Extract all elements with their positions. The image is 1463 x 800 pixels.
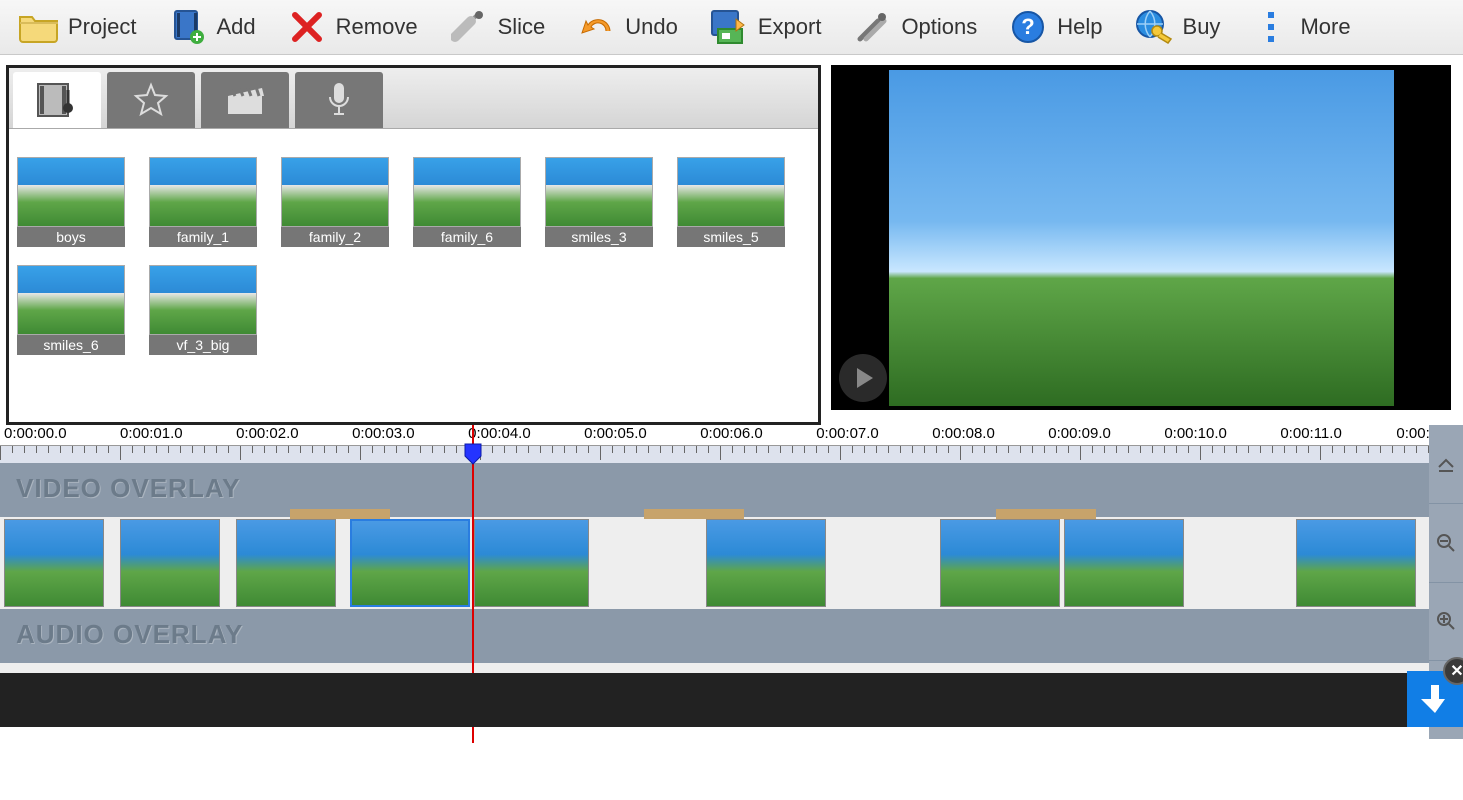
download-arrow-icon	[1421, 683, 1449, 715]
audio-overlay-label: AUDIO OVERLAY	[0, 609, 1463, 663]
zoom-in-icon	[1435, 610, 1457, 632]
zoom-out-icon	[1435, 532, 1457, 554]
timeline: 0:00:00.0 0:00:01.0 0:00:02.0 0:00:03.0 …	[0, 425, 1463, 673]
clip-thumbnail	[545, 157, 653, 227]
preview-frame	[889, 70, 1394, 406]
folder-icon	[18, 6, 60, 48]
zoom-out-button[interactable]	[1429, 504, 1463, 583]
zoom-in-button[interactable]	[1429, 583, 1463, 662]
clip-item[interactable]: smiles_5	[677, 157, 785, 247]
clip-thumbnail	[149, 157, 257, 227]
download-button[interactable]: ✕	[1407, 671, 1463, 727]
timeline-segment[interactable]	[706, 519, 826, 607]
slice-button[interactable]: Slice	[448, 6, 546, 48]
slice-icon	[448, 6, 490, 48]
more-dots-icon	[1250, 6, 1292, 48]
undo-icon	[575, 6, 617, 48]
filmstrip-note-icon	[34, 80, 80, 120]
timeline-segment[interactable]	[236, 519, 336, 607]
clip-label: smiles_3	[545, 227, 653, 247]
remove-button[interactable]: Remove	[286, 6, 418, 48]
timeline-segment[interactable]	[940, 519, 1060, 607]
bottom-bar: ✕	[0, 673, 1463, 727]
tab-microphone[interactable]	[295, 72, 383, 128]
clip-thumbnail	[17, 157, 125, 227]
clip-label: family_6	[413, 227, 521, 247]
video-track[interactable]	[0, 517, 1463, 609]
main-toolbar: Project Add Remove Slice Undo Export Opt…	[0, 0, 1463, 55]
tab-favorites[interactable]	[107, 72, 195, 128]
arrow-icon	[1435, 453, 1457, 475]
star-icon	[133, 82, 169, 118]
clip-item[interactable]: smiles_6	[17, 265, 125, 355]
timeline-segment[interactable]	[120, 519, 220, 607]
time-ruler[interactable]: 0:00:00.0 0:00:01.0 0:00:02.0 0:00:03.0 …	[0, 425, 1463, 445]
timeline-segment[interactable]	[1296, 519, 1416, 607]
buy-button[interactable]: Buy	[1133, 6, 1221, 48]
transition-bar[interactable]	[644, 509, 744, 519]
content-area: boys family_1 family_2 family_6 smiles_3…	[0, 55, 1463, 425]
more-button[interactable]: More	[1250, 6, 1350, 48]
help-button[interactable]: ? Help	[1007, 6, 1102, 48]
clip-grid: boys family_1 family_2 family_6 smiles_3…	[9, 129, 818, 422]
close-ad-button[interactable]: ✕	[1443, 657, 1463, 685]
clip-label: boys	[17, 227, 125, 247]
add-button[interactable]: Add	[166, 6, 255, 48]
clip-thumbnail	[281, 157, 389, 227]
time-ticks[interactable]	[0, 445, 1463, 463]
undo-button[interactable]: Undo	[575, 6, 678, 48]
timeline-segment[interactable]	[350, 519, 470, 607]
remove-x-icon	[286, 6, 328, 48]
transition-bar[interactable]	[290, 509, 390, 519]
help-icon: ?	[1007, 6, 1049, 48]
globe-key-icon	[1133, 6, 1175, 48]
media-library: boys family_1 family_2 family_6 smiles_3…	[6, 65, 821, 425]
clip-item[interactable]: family_6	[413, 157, 521, 247]
timeline-segment[interactable]	[4, 519, 104, 607]
clip-item[interactable]: vf_3_big	[149, 265, 257, 355]
clip-label: smiles_6	[17, 335, 125, 355]
clip-label: family_2	[281, 227, 389, 247]
timeline-segment[interactable]	[474, 519, 589, 607]
clip-thumbnail	[413, 157, 521, 227]
add-media-icon	[166, 6, 208, 48]
clip-label: family_1	[149, 227, 257, 247]
clip-item[interactable]: family_1	[149, 157, 257, 247]
options-button[interactable]: Options	[851, 6, 977, 48]
clip-item[interactable]: smiles_3	[545, 157, 653, 247]
export-button[interactable]: Export	[708, 6, 822, 48]
clapboard-icon	[224, 84, 266, 116]
play-button[interactable]	[839, 354, 887, 402]
tools-icon	[851, 6, 893, 48]
microphone-icon	[326, 81, 352, 119]
transition-bar[interactable]	[996, 509, 1096, 519]
project-button[interactable]: Project	[18, 6, 136, 48]
clip-label: vf_3_big	[149, 335, 257, 355]
svg-text:?: ?	[1022, 14, 1035, 39]
tab-clapboard[interactable]	[201, 72, 289, 128]
clip-label: smiles_5	[677, 227, 785, 247]
library-tabs	[9, 68, 818, 129]
export-icon	[708, 6, 750, 48]
clip-thumbnail	[149, 265, 257, 335]
clip-item[interactable]: boys	[17, 157, 125, 247]
timeline-segment[interactable]	[1064, 519, 1184, 607]
expand-track-button[interactable]	[1429, 425, 1463, 504]
clip-item[interactable]: family_2	[281, 157, 389, 247]
tab-media[interactable]	[13, 72, 101, 128]
preview-panel	[831, 65, 1451, 410]
clip-thumbnail	[677, 157, 785, 227]
audio-track[interactable]	[0, 663, 1463, 673]
clip-thumbnail	[17, 265, 125, 335]
